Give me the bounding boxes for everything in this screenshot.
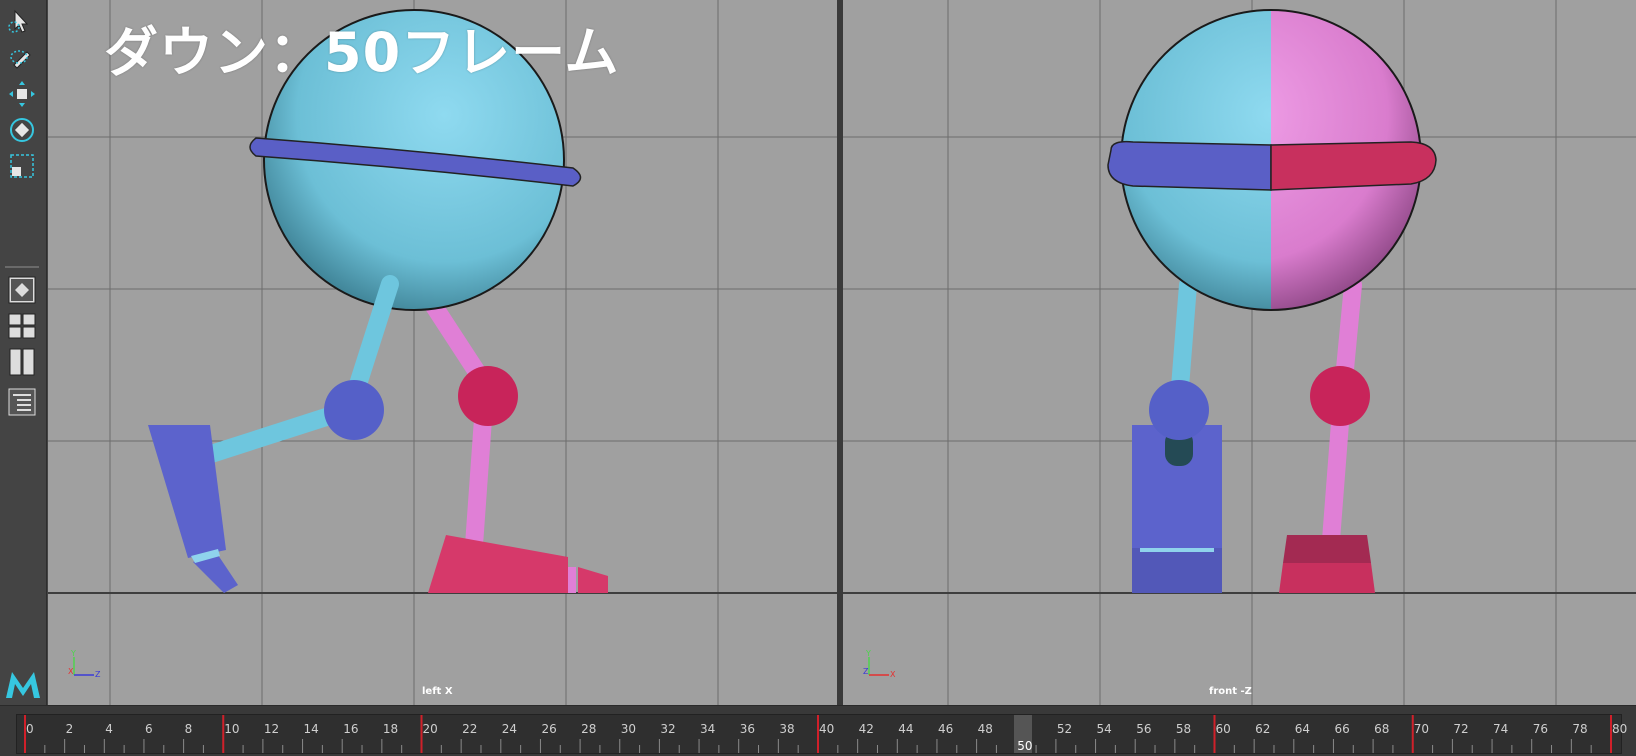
viewport-left[interactable]: ダウン：50フレーム Y X Z left X xyxy=(48,0,837,705)
frame-label: 16 xyxy=(343,722,359,736)
viewport-right[interactable]: Y Z X front -Z xyxy=(843,0,1636,705)
time-slider[interactable]: 0 2 4 6 8 10 12 14 16 18 20 22 24 26 28 30 32 34 36 38 40 42 4… xyxy=(0,705,1636,756)
frame-label: 46 xyxy=(937,722,954,736)
toolbox xyxy=(0,0,47,705)
toolbox-separator xyxy=(5,266,39,268)
frame-label: 58 xyxy=(1175,722,1192,736)
frame-label: 4 xyxy=(105,722,113,736)
frame-label: 54 xyxy=(1096,722,1112,736)
frame-label: 26 xyxy=(541,722,557,736)
frame-label: 76 xyxy=(1532,722,1548,736)
frame-label: 22 xyxy=(462,722,478,736)
frame-label: 70 xyxy=(1413,722,1430,736)
body-ring-front xyxy=(1107,140,1437,191)
frame-label: 68 xyxy=(1374,722,1390,736)
overlay-title: ダウン：50フレーム xyxy=(104,21,620,84)
frame-label: 52 xyxy=(1056,722,1073,736)
frame-label: 48 xyxy=(977,722,993,736)
outliner-layout-icon[interactable] xyxy=(6,386,38,418)
axis-indicator-right: Y Z X xyxy=(863,649,903,679)
frame-label: 56 xyxy=(1136,722,1152,736)
camera-label-left: left X xyxy=(422,686,453,697)
cyan-leg-front xyxy=(1132,276,1222,593)
frame-label: 42 xyxy=(858,722,874,736)
camera-label-right: front -Z xyxy=(1209,686,1252,697)
scale-tool-icon[interactable] xyxy=(6,150,38,182)
frame-label: 20 xyxy=(422,722,438,736)
single-pane-layout-icon[interactable] xyxy=(6,274,38,306)
frame-label: 62 xyxy=(1255,722,1271,736)
four-pane-layout-icon[interactable] xyxy=(6,310,38,342)
frame-label: 24 xyxy=(501,722,518,736)
axis-indicator-left: Y X Z xyxy=(68,649,108,679)
time-slider-track[interactable]: 0 2 4 6 8 10 12 14 16 18 20 22 24 26 28 30 32 34 36 38 40 42 4… xyxy=(16,714,1627,754)
frame-label: 30 xyxy=(620,722,637,736)
frame-label: 64 xyxy=(1294,722,1311,736)
frame-label: 18 xyxy=(382,722,399,736)
frame-label: 44 xyxy=(898,722,914,736)
maya-logo-icon xyxy=(4,668,42,700)
frame-label: 28 xyxy=(581,722,597,736)
frame-label: 32 xyxy=(660,722,676,736)
current-frame-readout: 50 xyxy=(1017,739,1033,753)
frame-label: 74 xyxy=(1493,722,1509,736)
axis-right-label: Z xyxy=(95,670,101,679)
frame-label: 78 xyxy=(1572,722,1588,736)
frame-label: 14 xyxy=(303,722,319,736)
axis-up-label: Y xyxy=(865,649,871,658)
viewport-right-scene xyxy=(843,0,1636,705)
cyan-leg xyxy=(148,275,399,593)
frame-label: 66 xyxy=(1334,722,1350,736)
frame-label: 72 xyxy=(1453,722,1469,736)
frame-label: 80 xyxy=(1612,722,1628,736)
frame-label: 8 xyxy=(184,722,193,736)
pink-leg-front xyxy=(1279,276,1375,593)
frame-label: 2 xyxy=(65,722,74,736)
rotate-tool-icon[interactable] xyxy=(6,114,38,146)
frame-label: 36 xyxy=(739,722,755,736)
two-pane-layout-icon[interactable] xyxy=(6,346,38,378)
frame-label: 40 xyxy=(819,722,835,736)
frame-label: 0 xyxy=(26,722,34,736)
frame-label: 12 xyxy=(263,722,280,736)
move-tool-icon[interactable] xyxy=(6,78,38,110)
lasso-tool-icon[interactable] xyxy=(6,42,38,74)
viewport-left-scene xyxy=(48,0,837,705)
axis-right-label: X xyxy=(890,670,896,679)
frame-label: 6 xyxy=(144,722,153,736)
frame-label: 60 xyxy=(1215,722,1231,736)
frame-label: 38 xyxy=(779,722,795,736)
axis-left-label: Z xyxy=(863,667,869,676)
axis-left-label: X xyxy=(68,667,74,676)
frame-label: 34 xyxy=(700,722,716,736)
select-tool-icon[interactable] xyxy=(6,6,38,38)
pink-leg xyxy=(421,291,608,593)
axis-up-label: Y xyxy=(70,649,76,658)
frame-label: 10 xyxy=(224,722,240,736)
